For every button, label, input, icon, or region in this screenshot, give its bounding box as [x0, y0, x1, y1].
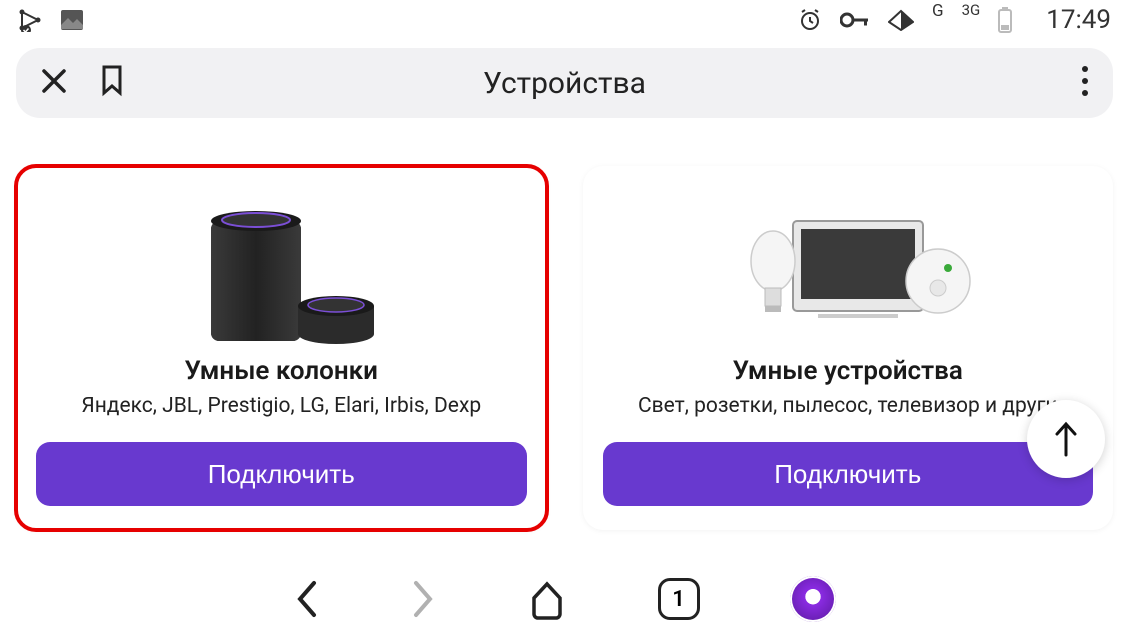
nav-forward-button — [410, 579, 436, 619]
scroll-top-button[interactable] — [1027, 400, 1105, 478]
share-icon — [18, 8, 44, 32]
battery-icon — [998, 7, 1012, 33]
app-header: Устройства — [16, 48, 1113, 118]
close-button[interactable] — [40, 67, 68, 99]
more-menu-button[interactable] — [1081, 82, 1089, 101]
card-smart-devices[interactable]: Умные устройства Свет, розетки, пылесос,… — [583, 166, 1114, 530]
clock-time: 17:49 — [1046, 5, 1111, 35]
chevron-left-icon — [294, 579, 320, 619]
network-3g-label: 3G — [962, 1, 981, 19]
alarm-icon — [798, 8, 822, 32]
smart-devices-image — [723, 186, 973, 346]
bottom-nav: 1 — [0, 563, 1129, 635]
chevron-right-icon — [410, 579, 436, 619]
card-subtitle: Свет, розетки, пылесос, телевизор и друг… — [638, 394, 1058, 418]
tab-count-badge: 1 — [658, 578, 700, 620]
home-icon — [526, 578, 568, 620]
nav-tabs-button[interactable]: 1 — [658, 578, 700, 620]
card-title: Умные устройства — [733, 356, 963, 386]
network-g-label: G — [932, 1, 944, 21]
page-title: Устройства — [483, 66, 646, 101]
status-bar: G 3G 17:49 — [0, 0, 1129, 40]
tab-count: 1 — [672, 587, 685, 612]
wifi-icon — [888, 9, 914, 31]
image-icon — [60, 9, 84, 31]
arrow-up-icon — [1051, 419, 1081, 459]
card-title: Умные колонки — [185, 356, 378, 386]
card-subtitle: Яндекс, JBL, Prestigio, LG, Elari, Irbis… — [81, 394, 481, 418]
smart-speaker-image — [181, 186, 381, 346]
vpn-key-icon — [840, 11, 870, 29]
card-smart-speakers[interactable]: Умные колонки Яндекс, JBL, Prestigio, LG… — [16, 166, 547, 530]
alice-orb-icon — [790, 576, 836, 622]
nav-home-button[interactable] — [526, 578, 568, 620]
nav-back-button[interactable] — [294, 579, 320, 619]
bookmark-button[interactable] — [100, 65, 124, 101]
connect-button[interactable]: Подключить — [603, 442, 1094, 506]
connect-button[interactable]: Подключить — [36, 442, 527, 506]
nav-alice-button[interactable] — [790, 576, 836, 622]
content-area: Умные колонки Яндекс, JBL, Prestigio, LG… — [0, 126, 1129, 530]
